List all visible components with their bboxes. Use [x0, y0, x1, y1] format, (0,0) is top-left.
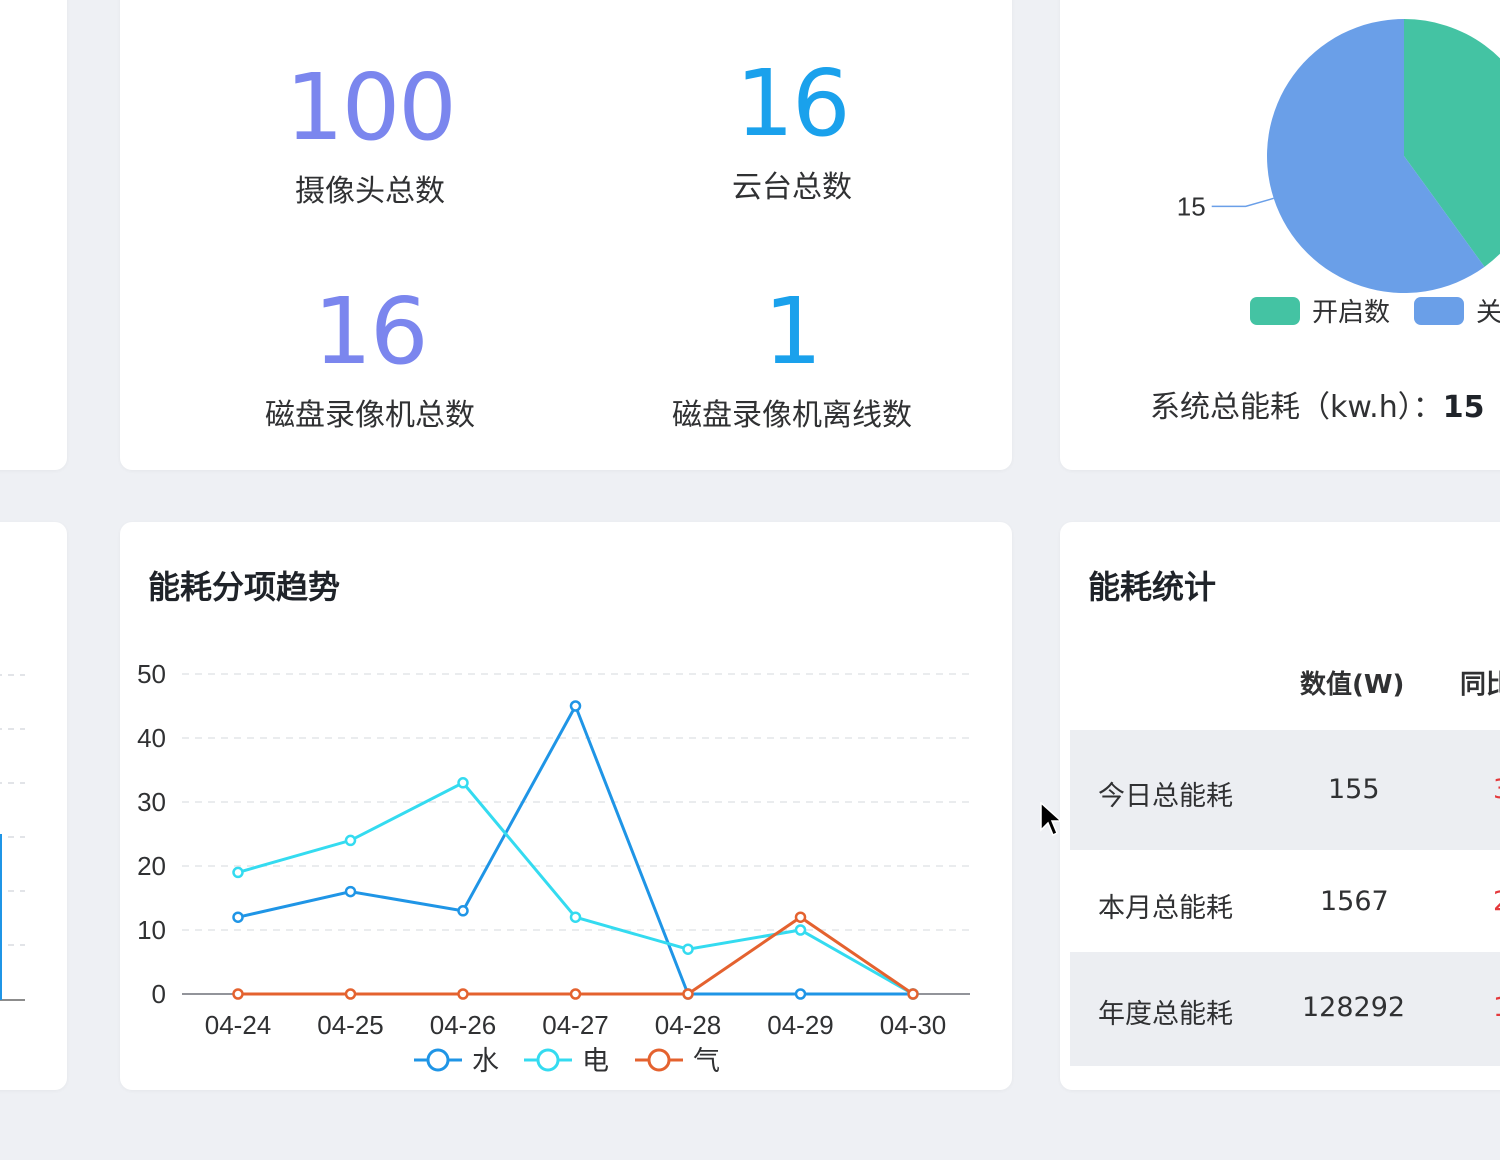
camera-count-value: 100	[285, 54, 457, 161]
row-yoy: 2	[1493, 886, 1500, 917]
energy-trend-card: 能耗分项趋势 0 10 20 30 40 50 04-24 04-25 04-26 04-27 04…	[120, 522, 1012, 1090]
data-point[interactable]	[569, 700, 582, 712]
total-energy-value: 15	[1442, 390, 1485, 425]
data-point[interactable]	[344, 988, 357, 1000]
row-value: 128292	[1302, 992, 1406, 1023]
legend-swatch-open	[1250, 296, 1300, 325]
ptz-count-stat: 16 云台总数	[622, 58, 962, 206]
nvr-count-stat: 16 磁盘录像机总数	[200, 286, 540, 434]
x-tick-label: 04-29	[767, 1010, 834, 1040]
series-line	[237, 702, 913, 996]
series-line	[238, 915, 914, 996]
row-value: 155	[1328, 774, 1380, 805]
x-tick-label: 04-25	[317, 1010, 384, 1040]
total-energy: 系统总能耗（kw.h）：15	[1150, 382, 1484, 426]
row-value: 1567	[1320, 886, 1389, 917]
data-point[interactable]	[232, 988, 244, 1000]
header-yoy: 同比	[1460, 670, 1500, 700]
data-point[interactable]	[457, 988, 469, 1000]
nvr-offline-value: 1	[763, 278, 823, 385]
row-label: 今日总能耗	[1098, 781, 1233, 812]
energy-stats-card: 能耗统计 数值(W) 同比 今日总能耗 155 3 本月总能耗 1567 2 年…	[1060, 522, 1500, 1090]
data-point[interactable]	[569, 988, 582, 1000]
data-point[interactable]	[682, 943, 694, 955]
table-row: 本月总能耗 1567 2	[1070, 850, 1500, 952]
left-summary-card	[0, 0, 67, 470]
legend-label: 电	[582, 1046, 609, 1076]
legend-marker	[647, 1048, 671, 1072]
y-tick-label: 30	[137, 787, 166, 817]
table-row: 今日总能耗 155 3	[1070, 730, 1500, 850]
data-point[interactable]	[344, 885, 357, 898]
total-energy-label: 系统总能耗（kw.h）：	[1150, 390, 1443, 425]
x-tick-label: 04-30	[880, 1010, 947, 1040]
data-point[interactable]	[907, 988, 919, 1000]
legend-swatch-closed	[1414, 296, 1464, 325]
legend-label-closed: 关	[1476, 298, 1500, 328]
header-value: 数值(W)	[1300, 670, 1405, 700]
row-label: 本月总能耗	[1098, 893, 1233, 924]
row-yoy: 3	[1493, 774, 1500, 805]
mouse-cursor-icon	[1040, 802, 1062, 837]
legend-label-open: 开启数	[1312, 298, 1391, 328]
ptz-count-label: 云台总数	[732, 170, 852, 205]
device-summary-card: 100 摄像头总数 16 云台总数 16 磁盘录像机总数 1 磁盘录像机离线数	[120, 0, 1012, 470]
y-tick-label: 40	[137, 723, 166, 753]
nvr-count-value: 16	[313, 278, 428, 385]
legend-item-open[interactable]: 开启数	[1250, 292, 1390, 329]
left-chart-fragment	[0, 674, 25, 1001]
x-tick-label: 04-24	[205, 1010, 272, 1040]
nvr-count-label: 磁盘录像机总数	[265, 398, 475, 433]
y-tick-label: 0	[152, 979, 166, 1009]
data-point[interactable]	[794, 924, 807, 936]
x-tick-label: 04-27	[542, 1010, 609, 1040]
table-row: 年度总能耗 128292 1	[1070, 952, 1500, 1066]
legend-label: 气	[693, 1046, 720, 1076]
left-chart-card	[0, 522, 67, 1090]
legend-marker	[536, 1048, 560, 1072]
data-point[interactable]	[344, 834, 357, 847]
row-label: 年度总能耗	[1098, 999, 1233, 1030]
x-tick-label: 04-26	[430, 1010, 497, 1040]
y-tick-label: 50	[137, 659, 166, 689]
legend-item[interactable]: 水	[414, 1046, 499, 1076]
legend-item-closed[interactable]: 关	[1414, 292, 1500, 329]
nvr-offline-label: 磁盘录像机离线数	[672, 398, 912, 433]
data-point[interactable]	[457, 905, 469, 917]
device-status-card: 15 开启数 关 系统总能耗（kw.h）：15	[1060, 0, 1500, 470]
row-yoy: 1	[1493, 992, 1500, 1023]
legend-item[interactable]: 电	[524, 1046, 609, 1076]
x-tick-label: 04-28	[655, 1010, 722, 1040]
y-tick-label: 10	[137, 915, 166, 945]
stats-title: 能耗统计	[1088, 568, 1217, 606]
legend-label: 水	[472, 1046, 499, 1076]
energy-trend-chart: 0 10 20 30 40 50 04-24 04-25 04-26 04-27 04-28 04-2…	[137, 659, 970, 1076]
data-point[interactable]	[794, 988, 807, 1000]
legend-marker	[426, 1048, 450, 1072]
series-line	[237, 780, 914, 996]
data-point[interactable]	[794, 911, 807, 923]
pie-data-label: 15	[1177, 191, 1206, 221]
data-point[interactable]	[457, 777, 469, 789]
legend-item[interactable]: 气	[635, 1046, 720, 1076]
camera-count-stat: 100 摄像头总数	[200, 62, 540, 210]
data-point[interactable]	[682, 988, 694, 1000]
data-point[interactable]	[232, 866, 244, 879]
pie-label-line	[1211, 197, 1274, 208]
data-point[interactable]	[569, 911, 582, 923]
y-tick-label: 20	[137, 851, 166, 881]
nvr-offline-stat: 1 磁盘录像机离线数	[622, 286, 962, 434]
ptz-count-value: 16	[735, 50, 850, 157]
camera-count-label: 摄像头总数	[295, 174, 445, 209]
data-point[interactable]	[232, 911, 244, 923]
